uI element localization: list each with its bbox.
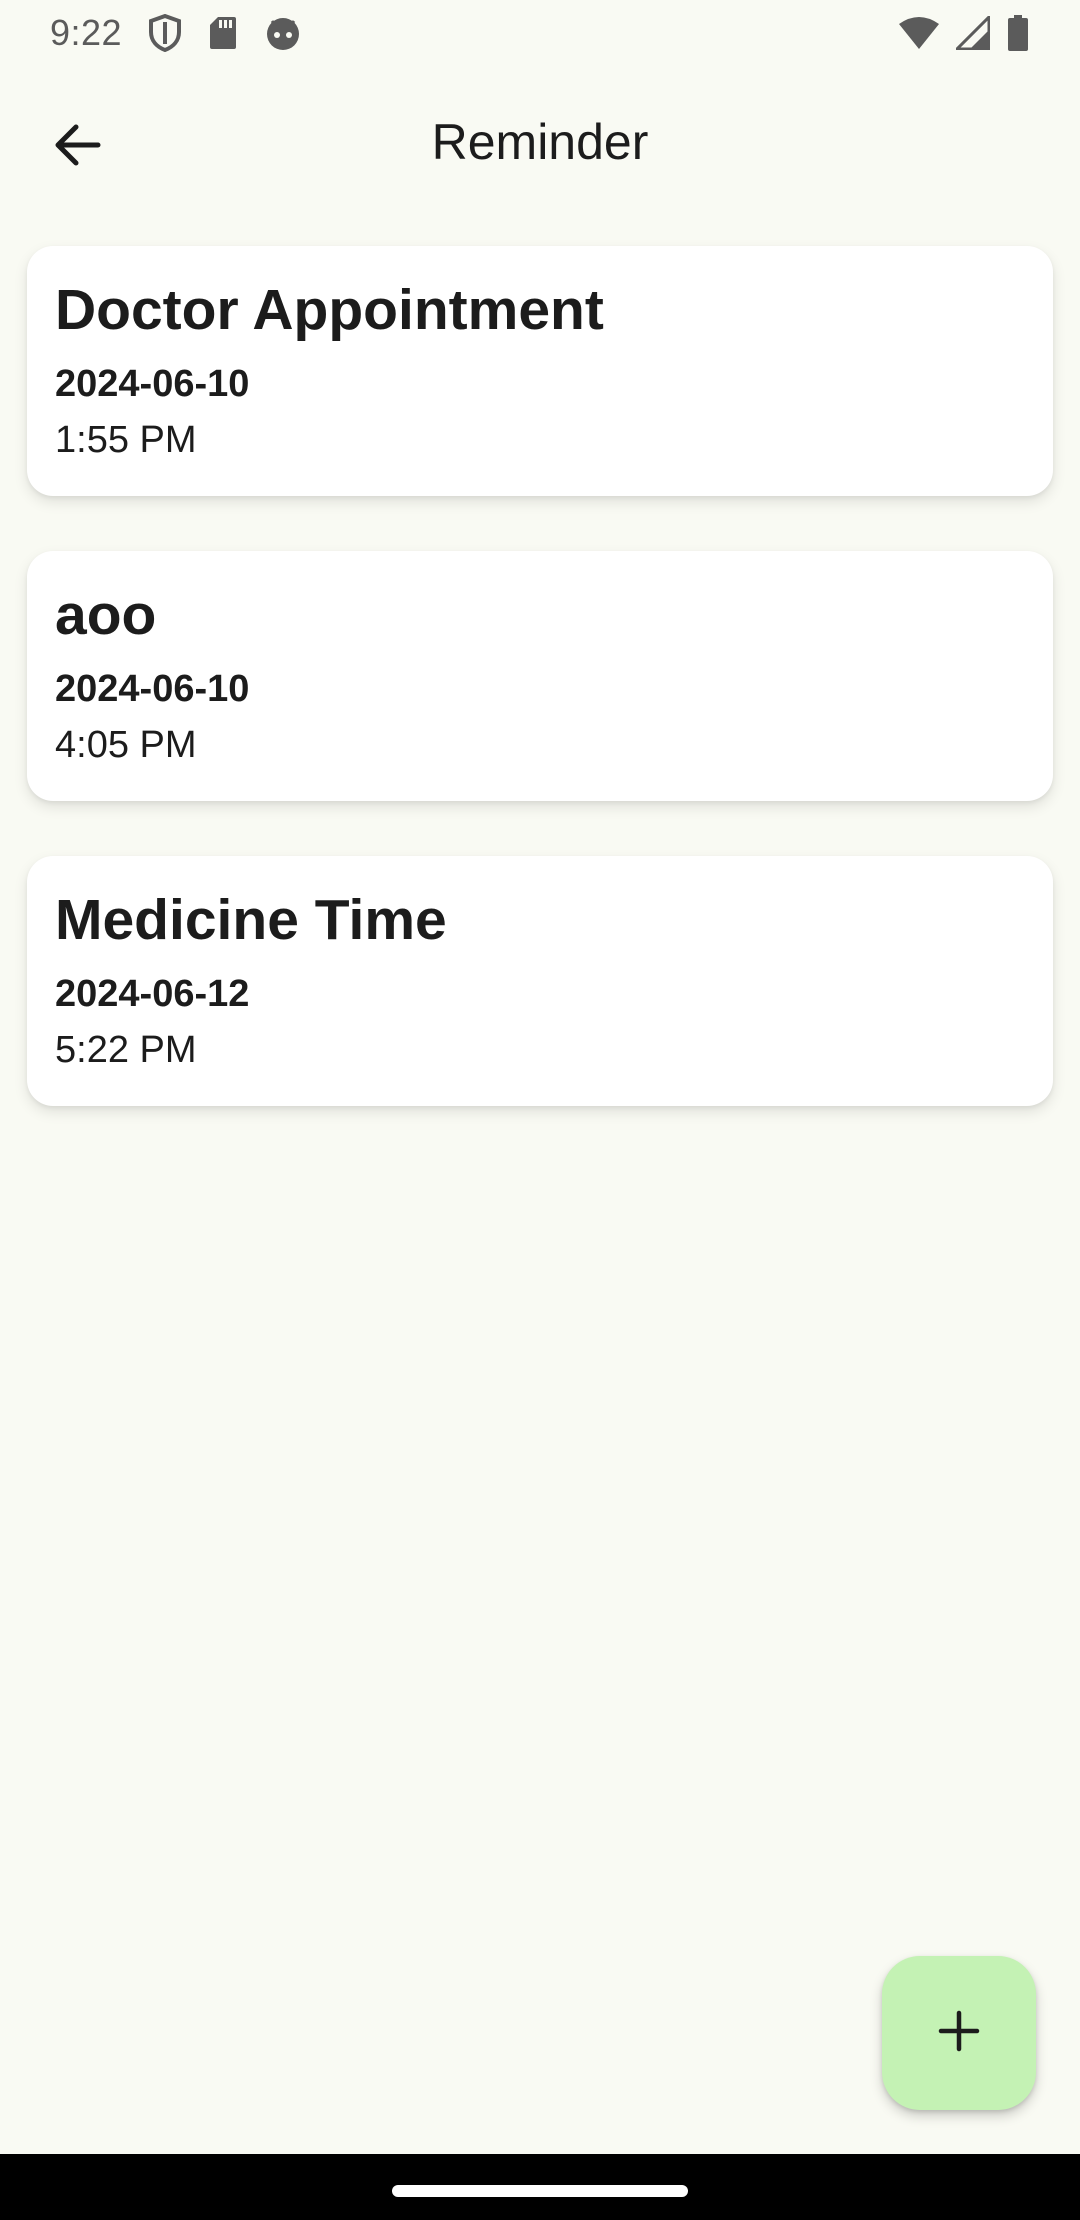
reminder-time: 4:05 PM — [55, 724, 197, 766]
status-bar: 9:22 — [0, 0, 1080, 66]
add-reminder-button[interactable] — [882, 1956, 1036, 2110]
reminder-date: 2024-06-10 — [55, 668, 250, 710]
reminder-card[interactable]: aoo 2024-06-10 4:05 PM — [27, 551, 1053, 801]
status-system-icons — [898, 15, 1030, 51]
sd-card-icon — [208, 15, 238, 51]
status-notification-icons — [148, 14, 302, 52]
status-time: 9:22 — [50, 12, 123, 53]
system-navigation-bar — [0, 2154, 1080, 2220]
reminder-card[interactable]: Doctor Appointment 2024-06-10 1:55 PM — [27, 246, 1053, 496]
page-title: Reminder — [431, 114, 649, 170]
reminder-date: 2024-06-12 — [55, 973, 250, 1015]
reminder-time: 5:22 PM — [55, 1029, 197, 1071]
home-indicator[interactable] — [392, 2185, 688, 2197]
reminder-title: aoo — [55, 583, 157, 647]
reminder-date: 2024-06-10 — [55, 363, 250, 405]
status-left: 9:22 — [50, 12, 302, 54]
reminder-list: Doctor Appointment 2024-06-10 1:55 PM ao… — [27, 246, 1053, 1106]
signal-icon — [956, 16, 990, 50]
top-app-bar: Reminder — [0, 66, 1080, 218]
reminder-title: Doctor Appointment — [55, 278, 604, 342]
arrow-back-icon — [52, 123, 102, 172]
battery-icon — [1006, 15, 1030, 51]
wifi-icon — [898, 16, 940, 50]
shield-icon — [148, 14, 182, 52]
reminder-card[interactable]: Medicine Time 2024-06-12 5:22 PM — [27, 856, 1053, 1106]
android-face-icon — [264, 15, 302, 51]
plus-icon — [937, 2009, 981, 2058]
reminder-title: Medicine Time — [55, 888, 447, 952]
reminder-time: 1:55 PM — [55, 419, 197, 461]
reminder-screen: 9:22 Reminder Doctor Appointment 2024-06… — [0, 0, 1080, 2220]
back-button[interactable] — [34, 104, 120, 190]
